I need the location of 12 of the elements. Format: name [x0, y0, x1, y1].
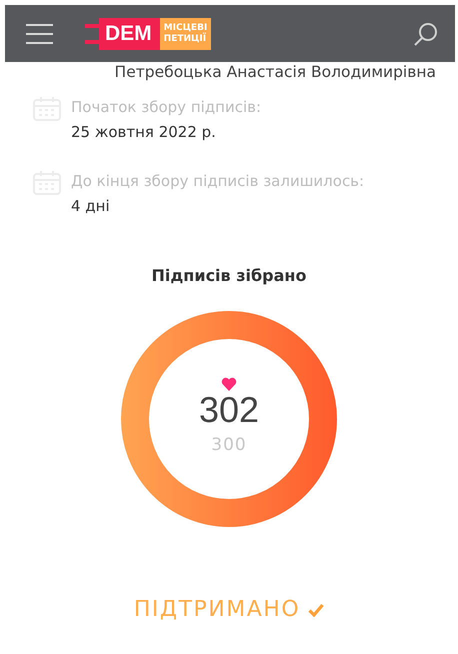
signatures-title: Підписів зібрано — [150, 266, 308, 285]
signature-count: 302 — [198, 391, 260, 429]
info-label: До кінця збору підписів залишилось: — [71, 171, 364, 192]
status-text: ПІДТРИМАНО — [134, 597, 300, 622]
heart-icon — [221, 377, 237, 391]
search-icon[interactable] — [413, 20, 439, 46]
info-value: 4 дні — [71, 196, 111, 217]
info-label: Початок збору підписів: — [71, 97, 262, 118]
author-name: Петребоцька Анастасія Володимирівна — [114, 63, 436, 81]
info-value: 25 жовтня 2022 р. — [71, 122, 217, 143]
menu-icon[interactable] — [26, 24, 53, 44]
logo[interactable]: DEM МІСЦЕВІ ПЕТИЦІЇ — [85, 18, 212, 50]
